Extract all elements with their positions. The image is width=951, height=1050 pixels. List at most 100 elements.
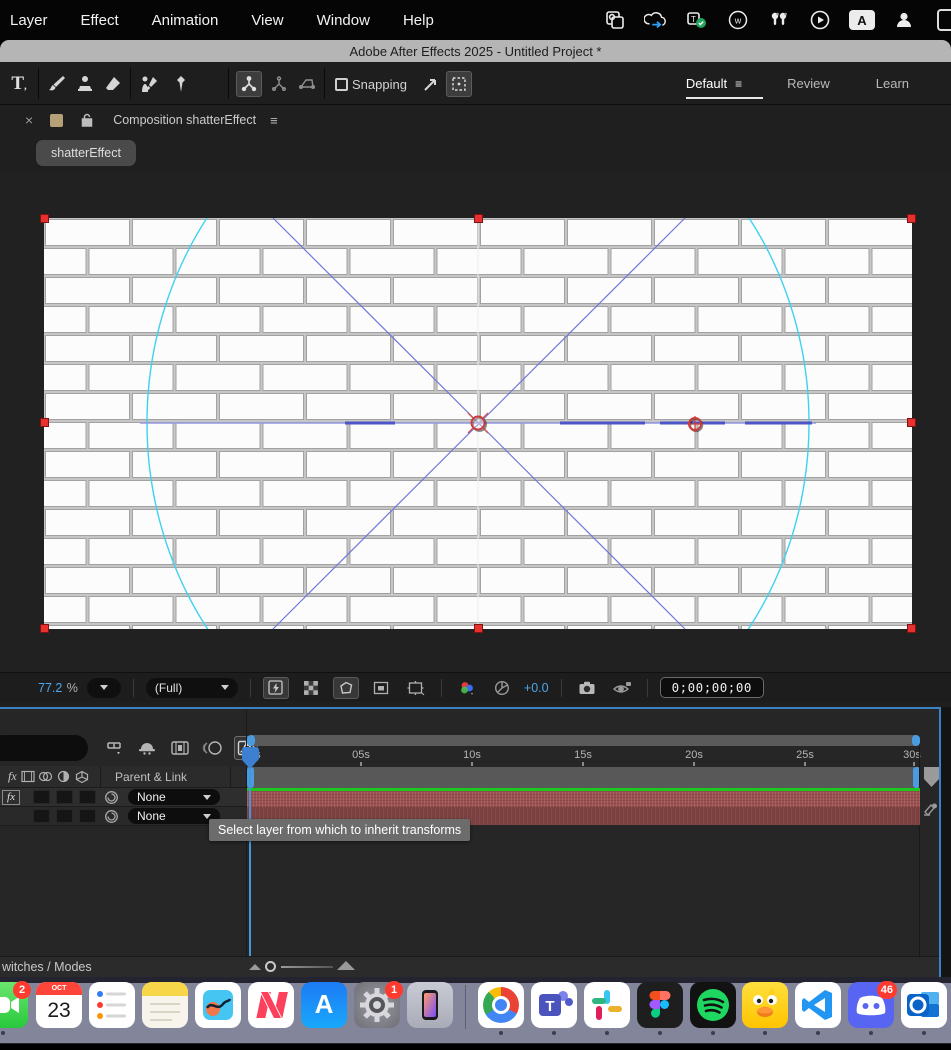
snapshot-camera-icon[interactable] [574, 677, 600, 699]
composition-tab-title[interactable]: Composition shatterEffect [113, 113, 256, 127]
dock-icon-discord[interactable]: 46 [848, 982, 894, 1028]
dock-icon-facetime[interactable]: 2 [0, 982, 28, 1028]
magnification-dropdown[interactable]: (Full) [146, 678, 238, 698]
workspace-menu-icon[interactable]: ≡ [735, 77, 741, 91]
puppet-pin-tool[interactable] [168, 71, 194, 97]
region-of-interest-icon[interactable] [368, 677, 394, 699]
timeline-zoom-track[interactable] [281, 966, 333, 968]
playhead-handle[interactable] [242, 747, 259, 761]
selection-handle-top-right[interactable] [907, 214, 916, 223]
blend-column-icon[interactable] [37, 768, 55, 786]
exposure-value[interactable]: +0.0 [524, 681, 549, 695]
selection-handle-mid-right[interactable] [907, 418, 916, 427]
selection-handle-top-center[interactable] [474, 214, 483, 223]
time-navigator-bar[interactable] [247, 735, 920, 746]
puppet-starch-pin-tool[interactable] [266, 71, 292, 97]
close-icon[interactable]: × [25, 112, 33, 128]
layer2-parent-dropdown[interactable]: None [128, 808, 220, 824]
creative-cloud-icon[interactable] [644, 8, 668, 32]
selection-handle-bottom-center[interactable] [474, 624, 483, 633]
comp-marker-bin-icon[interactable] [924, 767, 939, 787]
parent-link-header[interactable]: Parent & Link [115, 770, 187, 784]
viewer-tab-shattereffect[interactable]: shatterEffect [36, 140, 136, 166]
composition-canvas[interactable] [44, 218, 912, 629]
dock-icon-teams[interactable]: T [531, 982, 577, 1028]
puppet-position-pin-tool[interactable] [236, 71, 262, 97]
switches-modes-toggle[interactable]: witches / Modes [2, 960, 92, 974]
frame-render-column-icon[interactable] [19, 768, 37, 786]
layer1-fx-badge[interactable]: fx [2, 790, 20, 805]
play-circle-icon[interactable] [808, 8, 832, 32]
selection-arrow-icon[interactable] [418, 71, 444, 97]
teams-status-icon[interactable]: T [685, 8, 709, 32]
navigator-start-handle[interactable] [247, 735, 255, 746]
transparency-column-icon[interactable] [55, 768, 73, 786]
3d-column-icon[interactable] [73, 768, 91, 786]
transparency-grid-icon[interactable] [298, 677, 324, 699]
timecode-display[interactable]: 0;00;00;00 [660, 677, 764, 698]
menu-view[interactable]: View [251, 12, 283, 29]
layer2-switch-3[interactable] [79, 809, 96, 823]
marquee-region-icon[interactable] [446, 71, 472, 97]
layer1-pick-whip-icon[interactable] [104, 790, 119, 805]
puppet-bend-pin-tool[interactable] [294, 71, 320, 97]
zoom-out-mountain-icon[interactable] [249, 964, 261, 970]
zoom-level[interactable]: 77.2 % [38, 679, 78, 697]
dock-icon-freeform[interactable] [195, 982, 241, 1028]
w-circle-icon[interactable]: w [726, 8, 750, 32]
panel-menu-icon[interactable]: ≡ [270, 113, 278, 128]
frame-blending-icon[interactable] [168, 736, 192, 760]
selection-handle-bottom-left[interactable] [40, 624, 49, 633]
workspace-default[interactable]: Default≡ [686, 76, 741, 91]
layer1-switch-2[interactable] [56, 790, 73, 804]
mask-visibility-icon[interactable] [333, 677, 359, 699]
brush-tool[interactable] [44, 71, 70, 97]
clone-stamp-tool[interactable] [72, 71, 98, 97]
lock-icon[interactable] [81, 113, 93, 127]
type-tool[interactable]: T, [6, 71, 32, 97]
dock-icon-reminders[interactable] [89, 982, 135, 1028]
show-channels-icon[interactable] [454, 677, 480, 699]
selection-handle-bottom-right[interactable] [907, 624, 916, 633]
reset-exposure-icon[interactable] [489, 677, 515, 699]
layer2-pick-whip-icon[interactable] [104, 809, 119, 824]
screenshot-icon[interactable] [603, 8, 627, 32]
zoom-dropdown-button[interactable] [87, 678, 121, 698]
dock-icon-slack[interactable] [584, 982, 630, 1028]
layer2-switch-2[interactable] [56, 809, 73, 823]
comp-mini-flowchart-icon[interactable] [102, 736, 126, 760]
dock-icon-notes[interactable] [142, 982, 188, 1028]
timeline-timecode-field[interactable] [0, 735, 88, 761]
menu-animation[interactable]: Animation [152, 12, 219, 29]
input-source-icon[interactable]: A [849, 10, 875, 30]
timeline-zoom-slider[interactable] [265, 961, 276, 972]
dock-icon-duck[interactable] [742, 982, 788, 1028]
menu-window[interactable]: Window [317, 12, 370, 29]
dock-icon-figma[interactable] [637, 982, 683, 1028]
workspace-learn[interactable]: Learn [876, 76, 909, 91]
dock-icon-outlook[interactable] [901, 982, 947, 1028]
dock-icon-settings[interactable]: 1 [354, 982, 400, 1028]
zoom-in-mountain-icon[interactable] [337, 961, 355, 970]
layer1-switch-3[interactable] [79, 790, 96, 804]
motion-blur-icon[interactable] [201, 736, 225, 760]
menu-help[interactable]: Help [403, 12, 434, 29]
safe-margins-icon[interactable] [403, 677, 429, 699]
menu-effect[interactable]: Effect [81, 12, 119, 29]
fast-preview-icon[interactable] [263, 677, 289, 699]
layer1-duration-bar[interactable] [247, 791, 920, 807]
dock-icon-vscode[interactable] [795, 982, 841, 1028]
dock-icon-calendar[interactable]: OCT 23 [36, 982, 82, 1028]
fx-column-icon[interactable]: fx [8, 769, 17, 784]
layer1-switch-1[interactable] [33, 790, 50, 804]
workspace-review[interactable]: Review [787, 76, 830, 91]
dock-icon-appstore[interactable]: A [301, 982, 347, 1028]
selection-handle-top-left[interactable] [40, 214, 49, 223]
dock-icon-spotify[interactable] [690, 982, 736, 1028]
airpods-icon[interactable] [767, 8, 791, 32]
layer-row-1[interactable]: fx None [0, 788, 247, 807]
user-icon[interactable] [892, 8, 916, 32]
dock-icon-iphone-mirroring[interactable] [407, 982, 453, 1028]
dock-icon-chrome[interactable] [478, 982, 524, 1028]
comp-button-icon[interactable] [921, 801, 939, 819]
